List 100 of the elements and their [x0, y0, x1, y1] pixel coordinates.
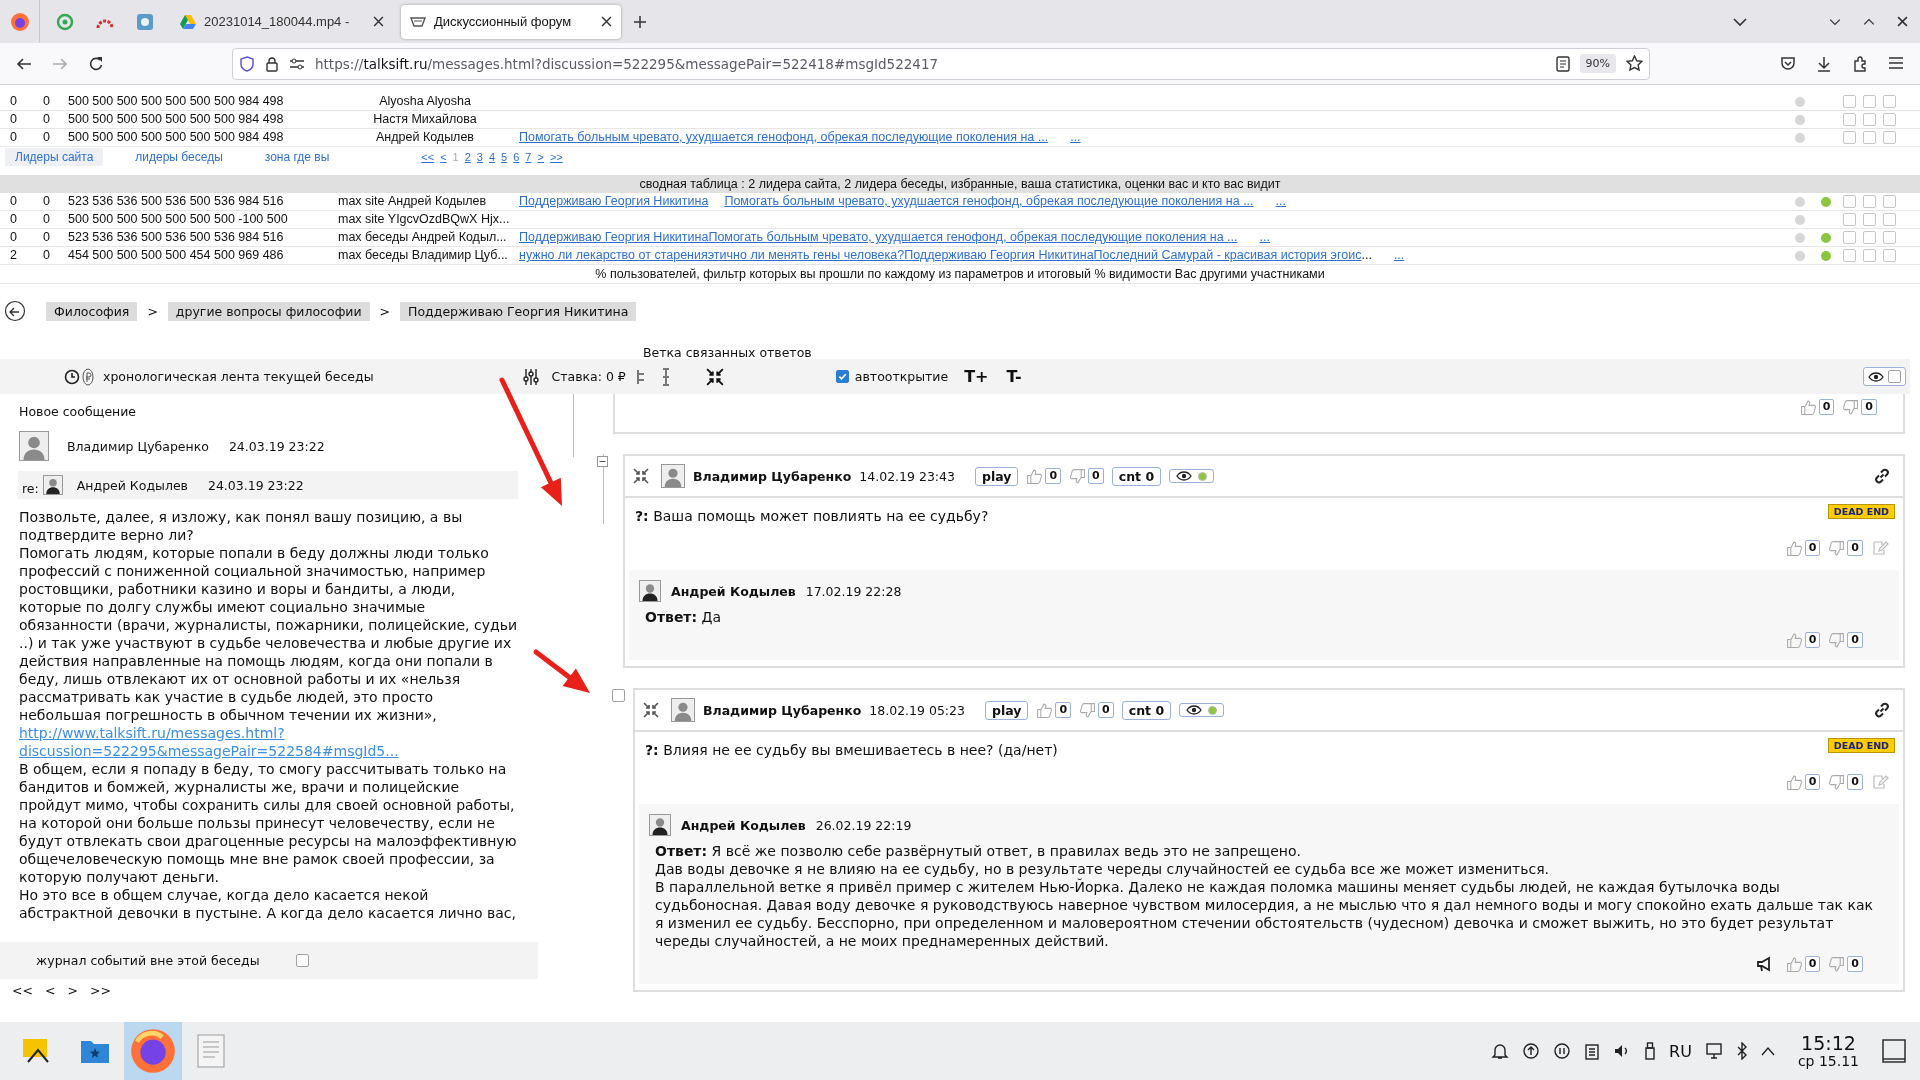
page-link[interactable]: 4: [489, 151, 496, 163]
zoom-level-button[interactable]: 90%: [1579, 54, 1616, 73]
topic-link[interactable]: Помогать больным чревато, ухудшается генофонд, обрекая последующие поколения на ...: [724, 193, 1254, 210]
clock-icon[interactable]: [64, 368, 80, 385]
thumbs-up-icon[interactable]: [1785, 955, 1803, 973]
breadcrumb[interactable]: другие вопросы философии: [167, 301, 370, 321]
checkbox[interactable]: [1863, 249, 1876, 262]
clipboard-icon[interactable]: [1584, 1042, 1601, 1060]
checkbox[interactable]: [1843, 213, 1856, 226]
more-link[interactable]: ...: [1070, 129, 1081, 146]
page-link[interactable]: 7: [525, 151, 532, 163]
visibility-button[interactable]: [1179, 703, 1225, 717]
message-link[interactable]: http://www.talksift.ru/messages.html?discussion=522295&messagePair=522584#msgId5...: [19, 724, 518, 760]
permissions-icon[interactable]: [289, 56, 305, 71]
app-square-icon[interactable]: [136, 12, 154, 31]
play-button[interactable]: play: [985, 700, 1029, 720]
font-decrease-button[interactable]: T-: [1006, 367, 1022, 386]
count-button[interactable]: cnt 0: [1121, 700, 1172, 720]
font-increase-button[interactable]: T+: [964, 367, 989, 386]
show-desktop-icon[interactable]: [1882, 1039, 1906, 1063]
address-field[interactable]: https://talksift.ru/messages.html?discussion=522295&messagePair=522418#msgId522417 90%: [232, 47, 1650, 80]
browser-logo-icon[interactable]: [9, 11, 30, 32]
nav-link[interactable]: <<: [12, 983, 33, 998]
taskbar-app[interactable]: [124, 1022, 182, 1080]
thumbs-up-icon[interactable]: [1785, 773, 1803, 791]
autoopen-checkbox[interactable]: [835, 370, 849, 383]
close-icon[interactable]: [373, 16, 384, 27]
topic-link[interactable]: Помогать больным чревато, ухудшается генофонд, обрекая последующие поколения на ...: [519, 129, 1049, 146]
checkbox[interactable]: [1863, 195, 1876, 208]
collapse-all-icon[interactable]: [705, 367, 724, 386]
thumbs-up-icon[interactable]: [1799, 399, 1817, 416]
checkbox[interactable]: [1843, 249, 1856, 262]
checkbox[interactable]: [1863, 213, 1876, 226]
thumbs-up-icon[interactable]: [1026, 467, 1044, 485]
thumbs-up-icon[interactable]: [1785, 539, 1803, 557]
extensions-icon[interactable]: [1852, 55, 1868, 72]
checkbox[interactable]: [1843, 113, 1856, 126]
page-link[interactable]: <<: [421, 151, 435, 163]
page-link[interactable]: 6: [513, 151, 520, 163]
download-icon[interactable]: [1816, 55, 1832, 72]
thumbs-up-icon[interactable]: [1785, 631, 1803, 649]
checkbox[interactable]: [1883, 131, 1896, 144]
collapse-icon[interactable]: [633, 468, 649, 484]
more-link[interactable]: ...: [1259, 229, 1270, 246]
update-icon[interactable]: [1522, 1042, 1541, 1060]
checkbox[interactable]: [1883, 95, 1896, 108]
ring-icon[interactable]: [56, 12, 74, 31]
page-link[interactable]: >: [537, 151, 544, 163]
leader-tab[interactable]: лидеры беседы: [125, 148, 233, 166]
thumbs-down-icon[interactable]: [1828, 631, 1846, 649]
page-link[interactable]: 5: [501, 151, 508, 163]
nav-link[interactable]: >>: [89, 983, 111, 998]
thumbs-up-icon[interactable]: [1036, 701, 1054, 719]
back-circle-icon[interactable]: [4, 300, 26, 322]
nav-link[interactable]: <: [44, 983, 56, 998]
checkbox[interactable]: [1863, 113, 1876, 126]
page-link[interactable]: 2: [464, 151, 471, 163]
breadcrumb[interactable]: Философия: [46, 301, 138, 321]
sliders-icon[interactable]: [521, 367, 540, 386]
page-link[interactable]: <: [440, 151, 447, 163]
bell-icon[interactable]: [1491, 1042, 1510, 1060]
visibility-button[interactable]: [1169, 469, 1215, 483]
shield-icon[interactable]: [239, 55, 255, 72]
checkbox[interactable]: [1883, 213, 1896, 226]
link-icon[interactable]: [1873, 467, 1891, 485]
checkbox[interactable]: [1863, 231, 1876, 244]
close-icon[interactable]: [601, 16, 612, 27]
checkbox[interactable]: [1883, 231, 1896, 244]
checkbox[interactable]: [1863, 95, 1876, 108]
topic-link[interactable]: Поддерживаю Георгия НикитинаПомогать больным чревато, ухудшается генофонд, обрекая последующие поколения на ...: [519, 229, 1238, 246]
branch-icon[interactable]: [661, 367, 670, 386]
thumbs-down-icon[interactable]: [1828, 773, 1846, 791]
coin-icon[interactable]: [82, 367, 94, 386]
play-button[interactable]: play: [975, 466, 1019, 486]
forward-icon[interactable]: [52, 55, 68, 72]
tab-list-icon[interactable]: [1733, 16, 1747, 27]
pause-icon[interactable]: [1553, 1042, 1572, 1060]
leader-tab[interactable]: Лидеры сайта: [5, 148, 104, 166]
thumbs-down-icon[interactable]: [1079, 701, 1097, 719]
checkbox[interactable]: [1883, 195, 1896, 208]
checkbox[interactable]: [1883, 113, 1896, 126]
thumbs-down-icon[interactable]: [1069, 467, 1087, 485]
thumbs-down-icon[interactable]: [1842, 399, 1860, 416]
more-link[interactable]: ...: [1393, 247, 1405, 264]
back-icon[interactable]: [16, 55, 32, 72]
checkbox[interactable]: [1843, 131, 1856, 144]
close-icon[interactable]: [1897, 16, 1908, 27]
checkbox[interactable]: [1843, 231, 1856, 244]
thumbs-down-icon[interactable]: [1828, 539, 1846, 557]
checkbox[interactable]: [1843, 95, 1856, 108]
topic-link[interactable]: нужно ли лекарство от старенияэтично ли менять гены человека?Поддерживаю Георгия НикитинаПоследний Самурай - красивая история эгоис: [519, 247, 1362, 264]
reader-view-icon[interactable]: [1555, 55, 1570, 72]
usb-drive-icon[interactable]: [1644, 1042, 1657, 1060]
browser-tab[interactable]: 20231014_180044.mp4 -: [171, 4, 393, 39]
caret-up-icon[interactable]: [1760, 1046, 1775, 1056]
pocket-icon[interactable]: [1780, 55, 1796, 72]
count-button[interactable]: cnt 0: [1111, 466, 1162, 486]
monitor-icon[interactable]: [1704, 1042, 1723, 1060]
breadcrumb[interactable]: Поддерживаю Георгия Никитина: [400, 301, 637, 321]
link-icon[interactable]: [1873, 701, 1891, 719]
